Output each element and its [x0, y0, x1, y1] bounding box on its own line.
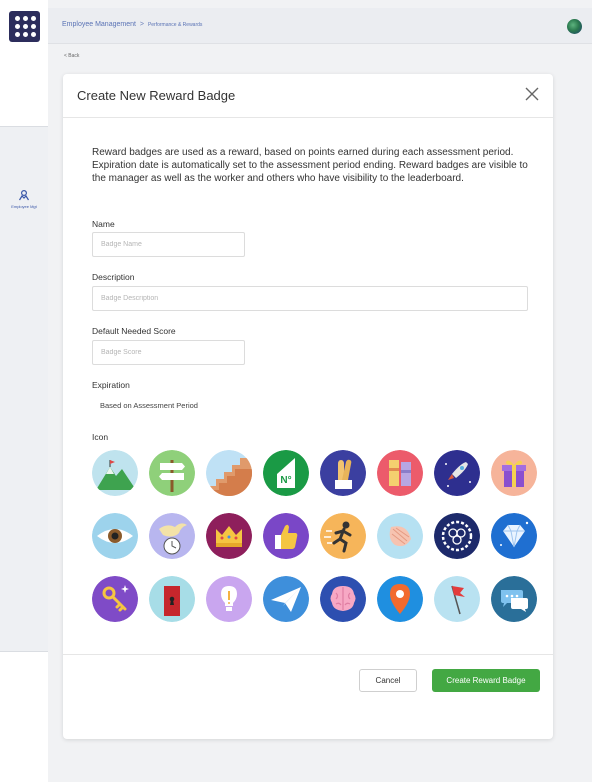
rocket-icon[interactable]: [434, 450, 480, 496]
modal-footer: Cancel Create Reward Badge: [63, 654, 553, 739]
gift-icon[interactable]: [491, 450, 537, 496]
globe-icon[interactable]: [567, 19, 582, 34]
books-icon[interactable]: [377, 450, 423, 496]
badge-description-input[interactable]: [92, 286, 528, 311]
breadcrumb-root-link[interactable]: Employee Management: [62, 21, 136, 28]
crown-icon[interactable]: [206, 513, 252, 559]
thumbs-up-icon[interactable]: [263, 513, 309, 559]
sidebar-item-label: Employee Mgt: [11, 204, 37, 209]
number-sign-icon[interactable]: N°: [263, 450, 309, 496]
back-link[interactable]: < Back: [64, 53, 79, 59]
runner-icon[interactable]: [320, 513, 366, 559]
sidebar-item-employee-mgt[interactable]: Employee Mgt: [0, 189, 48, 209]
magic-key-icon[interactable]: [92, 576, 138, 622]
eye-icon[interactable]: [92, 513, 138, 559]
intro-text: Reward badges are used as a reward, base…: [92, 147, 528, 184]
gear-circles-icon[interactable]: [434, 513, 480, 559]
diamond-icon[interactable]: [491, 513, 537, 559]
fingers-crossed-icon[interactable]: [320, 450, 366, 496]
top-header: Employee Management > Performance & Rewa…: [48, 8, 592, 44]
breadcrumb: Employee Management > Performance & Rewa…: [62, 21, 202, 28]
expiration-label: Expiration: [92, 380, 130, 390]
create-badge-modal: Create New Reward Badge Reward badges ar…: [63, 74, 553, 739]
modal-title: Create New Reward Badge: [77, 88, 236, 103]
sea-shell-icon[interactable]: [377, 513, 423, 559]
badge-name-input[interactable]: [92, 232, 245, 257]
brain-icon[interactable]: [320, 576, 366, 622]
icon-label: Icon: [92, 432, 109, 442]
create-reward-badge-button[interactable]: Create Reward Badge: [432, 669, 540, 692]
mountain-peak-icon[interactable]: [92, 450, 138, 496]
paper-plane-icon[interactable]: [263, 576, 309, 622]
app-grid-icon[interactable]: [9, 11, 40, 42]
close-icon[interactable]: [523, 85, 541, 103]
signpost-icon[interactable]: [149, 450, 195, 496]
lightbulb-icon[interactable]: [206, 576, 252, 622]
svg-text:N°: N°: [280, 475, 291, 486]
cancel-button[interactable]: Cancel: [359, 669, 417, 692]
dove-clock-icon[interactable]: [149, 513, 195, 559]
left-navigation-bar: Employee Mgt: [0, 0, 48, 782]
stairs-icon[interactable]: [206, 450, 252, 496]
score-label: Default Needed Score: [92, 326, 176, 336]
locked-door-icon[interactable]: [149, 576, 195, 622]
icon-picker: N°: [92, 450, 537, 622]
expiration-value: Based on Assessment Period: [100, 401, 198, 410]
side-nav-panel: Employee Mgt: [0, 126, 48, 652]
breadcrumb-separator: >: [139, 21, 144, 28]
employee-icon: [18, 189, 30, 201]
breadcrumb-current: Performance & Rewards: [147, 22, 203, 28]
chat-bubbles-icon[interactable]: [491, 576, 537, 622]
flag-icon[interactable]: [434, 576, 480, 622]
description-label: Description: [92, 272, 135, 282]
modal-header: Create New Reward Badge: [63, 74, 553, 118]
badge-score-input[interactable]: [92, 340, 245, 365]
name-label: Name: [92, 219, 115, 229]
map-pin-icon[interactable]: [377, 576, 423, 622]
